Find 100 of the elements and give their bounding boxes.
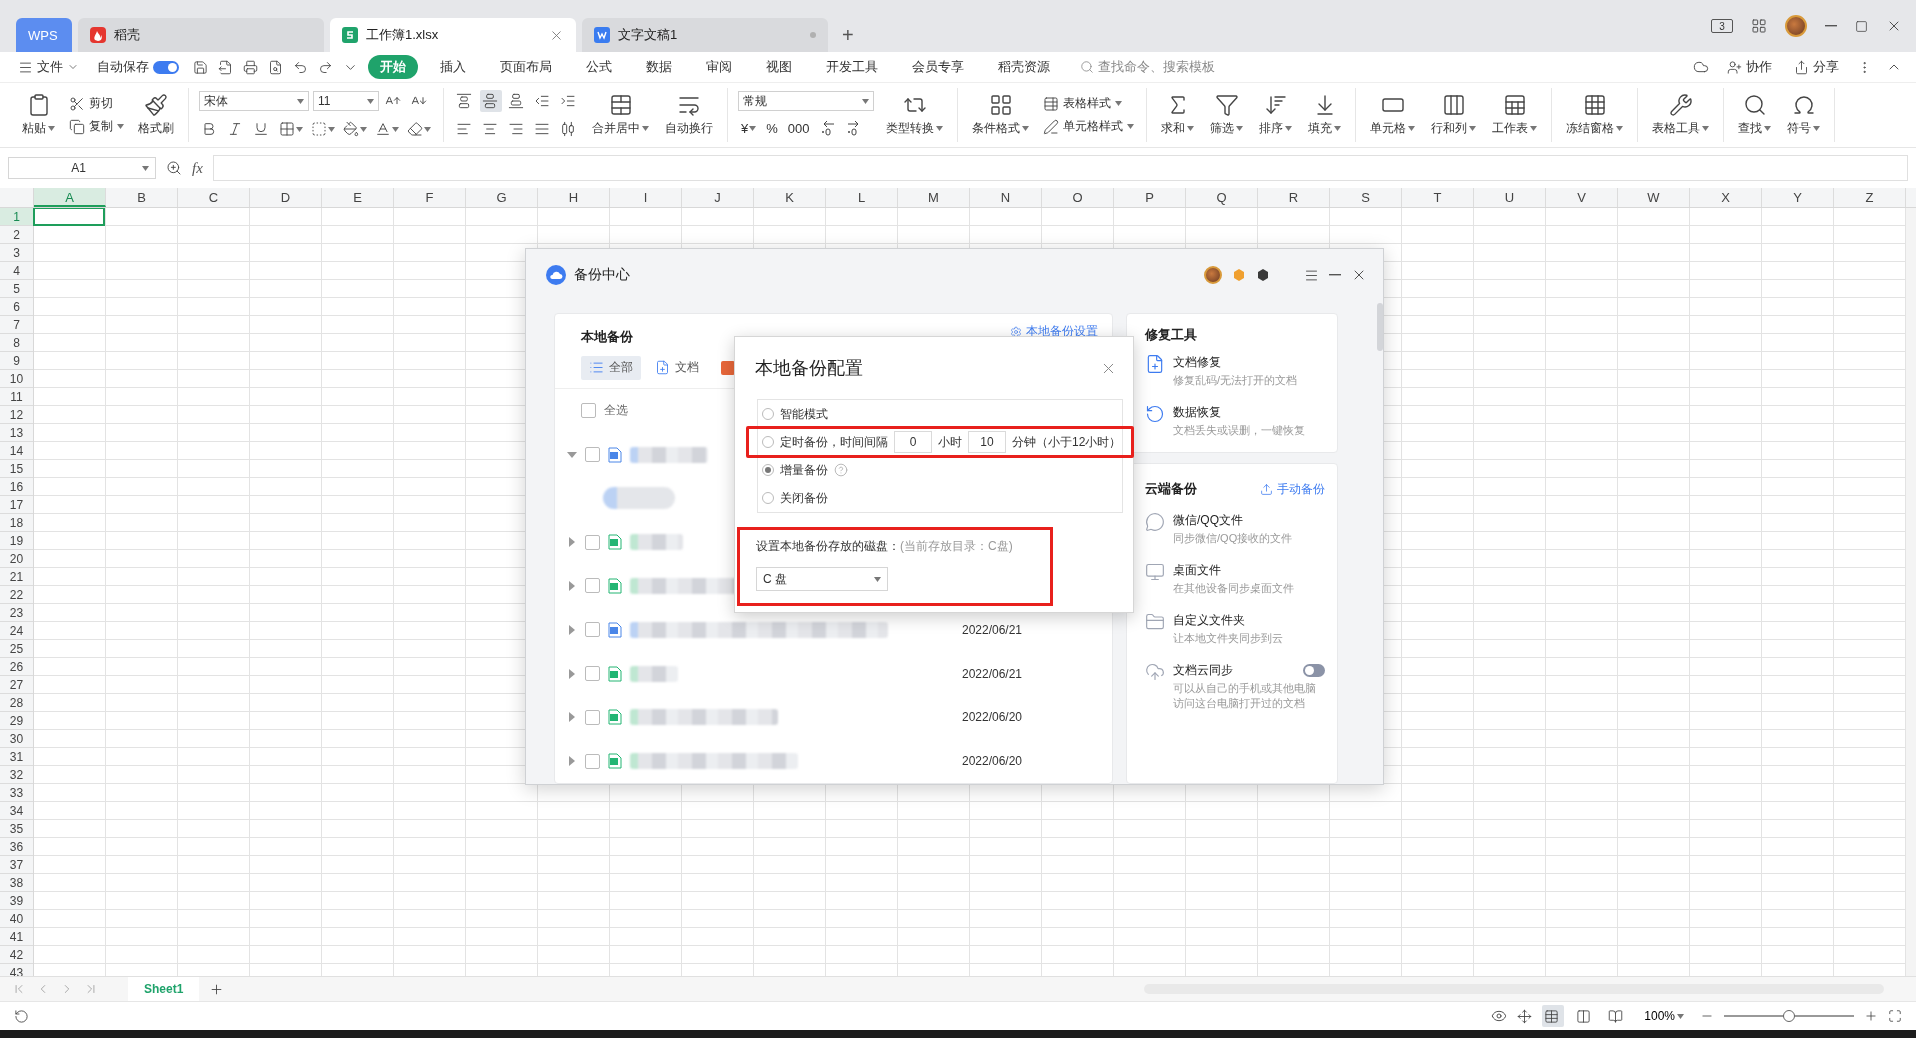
ribbon-tab[interactable]: 公式 bbox=[574, 55, 624, 79]
row-header[interactable]: 27 bbox=[0, 676, 33, 694]
column-header[interactable]: N bbox=[970, 188, 1042, 207]
column-header[interactable]: U bbox=[1474, 188, 1546, 207]
column-header[interactable]: O bbox=[1042, 188, 1114, 207]
row-header[interactable]: 30 bbox=[0, 730, 33, 748]
column-header[interactable]: S bbox=[1330, 188, 1402, 207]
backup-option-title[interactable]: 文档云同步 bbox=[1173, 662, 1234, 679]
backup-option-title[interactable]: 微信/QQ文件 bbox=[1173, 512, 1244, 529]
ribbon-tab[interactable]: 稻壳资源 bbox=[986, 55, 1062, 79]
window-tab[interactable]: 文字文稿1 bbox=[582, 18, 828, 52]
column-header[interactable]: K bbox=[754, 188, 826, 207]
row-header[interactable]: 8 bbox=[0, 334, 33, 352]
ribbon-button[interactable]: 表格工具 bbox=[1648, 91, 1713, 139]
name-box[interactable]: A1 bbox=[8, 157, 156, 179]
disk-dropdown[interactable]: C 盘 bbox=[756, 567, 888, 591]
column-header[interactable]: G bbox=[466, 188, 538, 207]
row-header[interactable]: 9 bbox=[0, 352, 33, 370]
ribbon-button[interactable]: 筛选 bbox=[1206, 91, 1247, 139]
row-header[interactable]: 25 bbox=[0, 640, 33, 658]
ribbon-button[interactable]: 工作表 bbox=[1488, 91, 1541, 139]
ribbon-tab[interactable]: 数据 bbox=[634, 55, 684, 79]
backup-option-title[interactable]: 桌面文件 bbox=[1173, 562, 1222, 579]
ribbon-button[interactable]: 表格样式 bbox=[1041, 95, 1124, 112]
row-header[interactable]: 11 bbox=[0, 388, 33, 406]
row-header[interactable]: 14 bbox=[0, 442, 33, 460]
column-header[interactable]: D bbox=[250, 188, 322, 207]
row-header[interactable]: 23 bbox=[0, 604, 33, 622]
row-header[interactable]: 41 bbox=[0, 928, 33, 946]
column-header[interactable]: Z bbox=[1834, 188, 1906, 207]
row-header[interactable]: 42 bbox=[0, 946, 33, 964]
filter-tab[interactable]: 全部 bbox=[581, 355, 641, 380]
zoom-level-button[interactable]: 100% bbox=[1638, 1008, 1690, 1024]
row-header[interactable]: 12 bbox=[0, 406, 33, 424]
dropdown-field[interactable]: 宋体 bbox=[199, 91, 309, 111]
column-header[interactable]: A bbox=[34, 188, 106, 207]
row-header[interactable]: 15 bbox=[0, 460, 33, 478]
row-header[interactable]: 18 bbox=[0, 514, 33, 532]
row-header[interactable]: 32 bbox=[0, 766, 33, 784]
row-header[interactable]: 1 bbox=[0, 208, 33, 226]
tool-title[interactable]: 数据恢复 bbox=[1173, 404, 1325, 421]
row-header[interactable]: 26 bbox=[0, 658, 33, 676]
ribbon-button[interactable]: 填充 bbox=[1304, 91, 1345, 139]
ribbon-button[interactable]: 剪切 bbox=[67, 95, 115, 112]
backup-option-title[interactable]: 自定义文件夹 bbox=[1173, 612, 1246, 629]
column-header[interactable]: F bbox=[394, 188, 466, 207]
option-label[interactable]: 定时备份，时间间隔 bbox=[780, 433, 888, 451]
column-header[interactable]: R bbox=[1258, 188, 1330, 207]
row-header[interactable]: 20 bbox=[0, 550, 33, 568]
row-header[interactable]: 31 bbox=[0, 748, 33, 766]
column-header[interactable]: W bbox=[1618, 188, 1690, 207]
ribbon-button[interactable]: 类型转换 bbox=[882, 91, 947, 139]
row-header[interactable]: 2 bbox=[0, 226, 33, 244]
window-tab[interactable]: 稻壳 bbox=[78, 18, 324, 52]
screen-count-button[interactable]: 3 bbox=[1711, 19, 1733, 33]
manual-backup-link[interactable]: 手动备份 bbox=[1260, 480, 1325, 498]
ribbon-button[interactable]: 合并居中 bbox=[588, 91, 653, 139]
ribbon-tab[interactable]: 页面布局 bbox=[488, 55, 564, 79]
ribbon-button[interactable]: 查找 bbox=[1734, 91, 1775, 139]
column-header[interactable]: I bbox=[610, 188, 682, 207]
row-header[interactable]: 34 bbox=[0, 802, 33, 820]
ribbon-button[interactable]: 复制 bbox=[67, 118, 126, 135]
hours-field[interactable]: 0 bbox=[894, 431, 932, 453]
ribbon-tab[interactable]: 会员专享 bbox=[900, 55, 976, 79]
column-header[interactable]: H bbox=[538, 188, 610, 207]
tool-title[interactable]: 文档修复 bbox=[1173, 354, 1325, 371]
column-header[interactable]: M bbox=[898, 188, 970, 207]
row-header[interactable]: 22 bbox=[0, 586, 33, 604]
option-label[interactable]: 关闭备份 bbox=[780, 489, 828, 507]
row-header[interactable]: 4 bbox=[0, 262, 33, 280]
select-all-label[interactable]: 全选 bbox=[604, 402, 628, 420]
row-header[interactable]: 10 bbox=[0, 370, 33, 388]
row-header[interactable]: 37 bbox=[0, 856, 33, 874]
ribbon-button[interactable]: 行和列 bbox=[1427, 91, 1480, 139]
ribbon-button[interactable]: 冻结窗格 bbox=[1562, 91, 1627, 139]
row-header[interactable]: 24 bbox=[0, 622, 33, 640]
row-header[interactable]: 28 bbox=[0, 694, 33, 712]
ribbon-button[interactable]: 条件格式 bbox=[968, 91, 1033, 139]
row-header[interactable]: 36 bbox=[0, 838, 33, 856]
row-header[interactable]: 19 bbox=[0, 532, 33, 550]
row-header[interactable]: 33 bbox=[0, 784, 33, 802]
row-header[interactable]: 13 bbox=[0, 424, 33, 442]
row-header[interactable]: 17 bbox=[0, 496, 33, 514]
option-label[interactable]: 增量备份 bbox=[780, 461, 828, 479]
ribbon-button[interactable]: 自动换行 bbox=[661, 91, 717, 139]
row-header[interactable]: 39 bbox=[0, 892, 33, 910]
share-button[interactable]: 分享 bbox=[1790, 58, 1843, 76]
ribbon-tab[interactable]: 审阅 bbox=[694, 55, 744, 79]
column-header[interactable]: X bbox=[1690, 188, 1762, 207]
column-header[interactable]: C bbox=[178, 188, 250, 207]
ribbon-button[interactable]: 排序 bbox=[1255, 91, 1296, 139]
column-header[interactable]: Q bbox=[1186, 188, 1258, 207]
dropdown-field[interactable]: 常规 bbox=[738, 91, 874, 111]
column-header[interactable]: V bbox=[1546, 188, 1618, 207]
function-label[interactable]: fx bbox=[192, 159, 203, 177]
ribbon-tab[interactable]: 插入 bbox=[428, 55, 478, 79]
ribbon-tab[interactable]: 视图 bbox=[754, 55, 804, 79]
autosave-toggle[interactable]: 自动保存 bbox=[93, 58, 183, 76]
ribbon-button[interactable]: 符号 bbox=[1783, 91, 1824, 139]
format-button[interactable]: 000 bbox=[784, 120, 813, 136]
